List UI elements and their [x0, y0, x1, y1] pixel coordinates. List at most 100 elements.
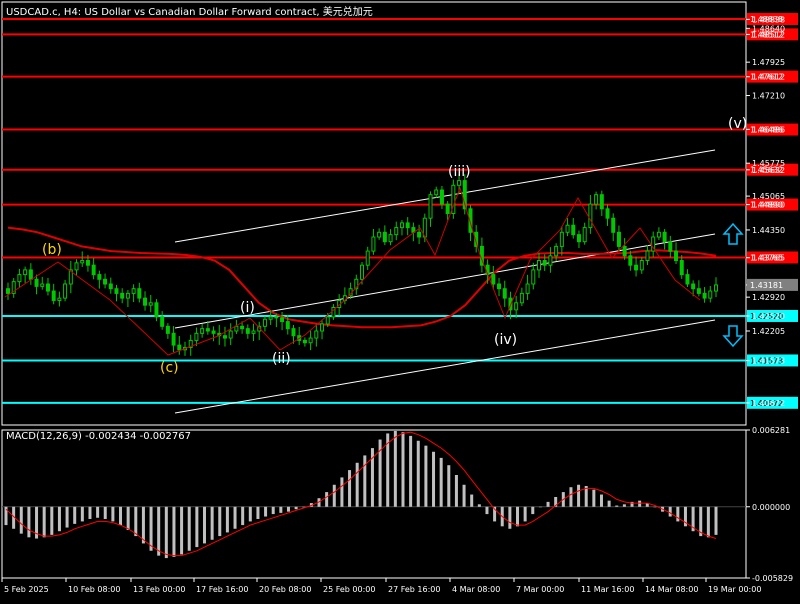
- candle-body: [708, 290, 713, 299]
- candle-body: [314, 330, 319, 339]
- candle-body: [616, 231, 621, 247]
- candle-body: [205, 328, 210, 332]
- candle-body: [320, 323, 325, 332]
- candle-body: [360, 264, 364, 280]
- candle-body: [696, 288, 701, 294]
- candle-body: [405, 222, 410, 229]
- time-tick-label: 25 Feb 00:00: [323, 585, 375, 594]
- price-tick-label: 1.43765: [752, 254, 785, 263]
- candle-body: [108, 283, 113, 290]
- candle-body: [165, 325, 170, 334]
- price-tick-label: 1.47210: [752, 92, 785, 101]
- candle-body: [291, 328, 296, 337]
- candle-body: [491, 274, 496, 285]
- price-tick-label: 1.47612: [752, 73, 785, 82]
- macd-bar: [592, 489, 596, 507]
- candle-body: [85, 260, 90, 266]
- candle-body: [377, 231, 382, 238]
- candle-body: [497, 283, 502, 290]
- candle-body: [365, 250, 370, 266]
- macd-bar: [264, 506, 268, 517]
- candle-body: [131, 288, 136, 294]
- wave-label: (i): [240, 300, 255, 316]
- candle-body: [714, 284, 718, 292]
- candle-body: [399, 222, 404, 229]
- macd-bar: [638, 500, 642, 507]
- macd-bar: [73, 506, 77, 524]
- candle-body: [148, 302, 153, 306]
- candle-body: [240, 325, 245, 330]
- price-tick-label: 1.44890: [752, 201, 785, 210]
- candle-body: [434, 189, 439, 196]
- time-tick-label: 20 Feb 08:00: [259, 585, 311, 594]
- macd-bar: [363, 455, 367, 507]
- macd-bar: [416, 440, 420, 507]
- candle-body: [308, 337, 313, 344]
- macd-bar: [538, 506, 542, 508]
- candle-body: [268, 316, 273, 320]
- macd-bar: [164, 506, 168, 559]
- candle-body: [34, 278, 39, 287]
- price-tick-label: 1.42920: [752, 293, 785, 302]
- macd-bar: [653, 506, 657, 508]
- macd-bar: [332, 484, 336, 507]
- time-tick-label: 7 Mar 00:00: [516, 585, 564, 594]
- candle-body: [668, 241, 673, 252]
- candle-body: [576, 234, 581, 243]
- macd-bar: [202, 506, 206, 544]
- candle-body: [674, 250, 679, 262]
- candle-body: [6, 288, 10, 294]
- price-tick-label: 1.41573: [752, 357, 785, 366]
- chart-window: 1.48838 1.48512 1.47612 1.46486 1.45632 1.448…: [0, 0, 800, 600]
- candle-body: [211, 330, 216, 334]
- macd-bar: [134, 506, 138, 537]
- candle-body: [45, 283, 50, 292]
- candle-body: [588, 203, 593, 229]
- macd-bar: [462, 484, 466, 507]
- macd-bar: [424, 445, 428, 507]
- macd-bar: [508, 506, 512, 529]
- macd-bar: [348, 470, 352, 507]
- candle-body: [325, 316, 330, 325]
- macd-bar: [149, 506, 153, 551]
- candle-body: [382, 231, 387, 243]
- macd-bar: [401, 432, 405, 507]
- candle-body: [51, 290, 56, 301]
- price-tick-label: 1.46486: [752, 125, 785, 134]
- price-tick-label: 1.45632: [752, 166, 785, 175]
- macd-bar: [248, 506, 252, 522]
- candle-body: [691, 283, 696, 290]
- macd-bar: [172, 506, 176, 557]
- macd-bar: [65, 506, 69, 528]
- candle-body: [97, 274, 102, 280]
- macd-bar: [233, 506, 237, 529]
- wave-label: (v): [728, 116, 747, 132]
- candle-body: [80, 260, 85, 264]
- candle-body: [519, 292, 524, 304]
- time-tick-label: 10 Feb 08:00: [68, 585, 120, 594]
- candle-body: [679, 260, 684, 276]
- time-tick-label: 4 Mar 08:00: [452, 585, 500, 594]
- macd-bar: [516, 506, 520, 527]
- macd-bar: [439, 457, 443, 507]
- candle-body: [457, 180, 462, 186]
- macd-bar: [119, 506, 123, 526]
- candle-body: [428, 194, 433, 219]
- wave-label: (iv): [494, 332, 517, 348]
- macd-bar: [57, 506, 61, 532]
- macd-bar: [409, 435, 413, 507]
- candle-body: [417, 231, 422, 238]
- candle-body: [160, 316, 165, 327]
- candle-body: [634, 264, 639, 271]
- candle-body: [63, 283, 68, 299]
- candle-body: [28, 269, 33, 280]
- macd-bar: [523, 506, 527, 522]
- macd-bar: [470, 494, 474, 507]
- candle-body: [662, 231, 667, 243]
- macd-bar: [714, 506, 718, 535]
- macd-bar: [241, 506, 245, 526]
- candle-body: [599, 194, 604, 210]
- candle-body: [154, 302, 159, 318]
- candle-body: [171, 332, 176, 346]
- time-tick-label: 14 Mar 08:00: [645, 585, 698, 594]
